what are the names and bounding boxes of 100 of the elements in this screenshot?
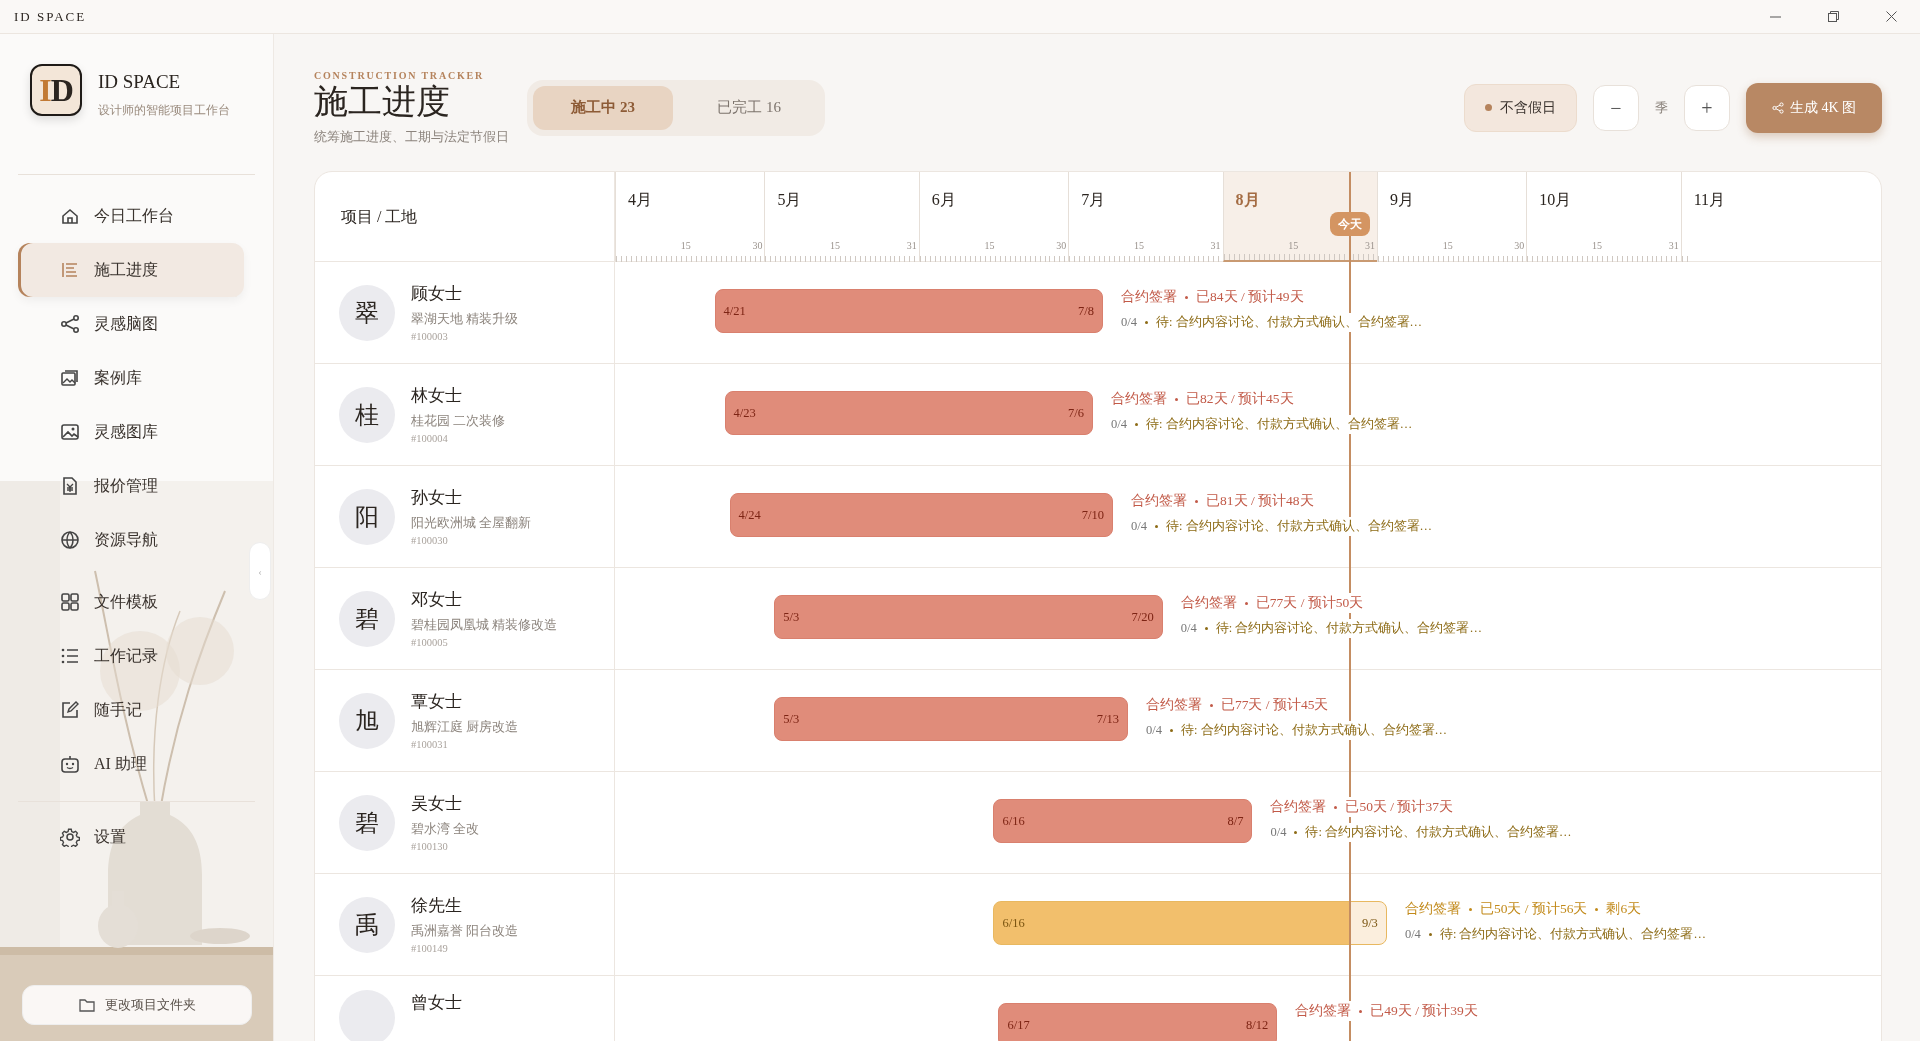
tick-label: 31 [1668,239,1679,254]
image-icon [60,422,80,442]
nav-item[interactable]: 施工进度 [18,243,244,297]
gantt-bar[interactable]: 5/3 7/20 [774,595,1163,640]
site-name: 阳光欧洲城 全屋翻新 [411,515,532,533]
change-folder-button[interactable]: 更改项目文件夹 [22,985,252,1025]
nodes-icon [60,314,80,334]
stage-label: 合约签署 [1295,1001,1352,1022]
month-label: 11月 [1693,190,1726,211]
zoom-in-button[interactable]: + [1683,84,1730,131]
invoice-icon [60,476,80,496]
end-date: 9/3 [1361,914,1378,932]
nav-item[interactable]: 灵感图库 [18,405,244,459]
nav-item[interactable]: 今日工作台 [18,189,244,243]
nav-item[interactable]: 工作记录 [18,629,244,683]
separator-dot [1209,703,1213,707]
separator-dot [1175,397,1179,401]
separator-dot [1294,831,1298,835]
tick-label: 15 [680,239,691,254]
gantt-bar[interactable]: 4/21 7/8 [714,289,1104,334]
gantt-bar[interactable]: 4/23 7/6 [724,391,1094,436]
nav-item[interactable]: 资源导航 [18,513,244,567]
gantt-bar[interactable]: 6/17 8/12 [998,1003,1278,1041]
tick-label: 30 [1514,239,1525,254]
client-name: 孙女士 [411,486,463,509]
separator-dot [1145,321,1148,325]
client-name: 邓女士 [411,588,463,611]
close-icon[interactable] [1885,11,1897,22]
site-name: 桂花园 二次装修 [411,413,506,431]
page-title: 施工进度 [314,83,451,121]
gantt-bar[interactable]: 6/16 9/3 [993,901,1387,946]
logo-letter: D [50,71,73,110]
pending-tasks: 待: 合约内容讨论、付款方式确认、合约签署… [1156,313,1423,333]
holiday-toggle[interactable]: 不含假日 [1463,83,1577,132]
separator-dot [1359,1009,1363,1013]
nav-item[interactable]: 灵感脑图 [18,297,244,351]
gantt-bar[interactable]: 5/3 7/13 [774,697,1128,742]
project-id: #100030 [411,533,449,548]
avatar: 碧 [339,794,395,851]
site-name: 碧桂园凤凰城 精装修改造 [411,617,558,635]
end-date: 8/12 [1246,1016,1269,1034]
eyebrow-label: CONSTRUCTION TRACKER [314,69,485,83]
edit-icon [60,700,80,720]
nav-item[interactable]: 文件模板 [18,575,244,629]
separator-dot [1135,423,1139,427]
project-id: #100149 [411,941,449,956]
nav-item[interactable]: AI 助理 [18,737,244,791]
duration-text: 已77天 / 预计50天 [1255,593,1364,614]
gantt-bar[interactable]: 6/16 8/7 [993,799,1253,844]
start-date: 4/23 [733,404,756,422]
avatar: 阳 [339,488,395,545]
nav-item[interactable]: 报价管理 [18,459,244,513]
start-date: 5/3 [783,608,800,626]
start-date: 6/16 [1002,812,1025,830]
tab[interactable]: 施工中 23 [533,85,673,130]
status-dot [1484,104,1492,112]
start-date: 5/3 [783,710,800,728]
client-name: 顾女士 [411,282,463,305]
project-id: #100003 [411,329,449,344]
nav-item[interactable]: 案例库 [18,351,244,405]
separator-dot [1155,525,1158,529]
tick-label: 15 [830,239,841,254]
folder-icon [78,998,95,1012]
separator-dot [1428,933,1432,937]
tab[interactable]: 已完工 16 [679,85,819,130]
start-date: 4/24 [738,506,761,524]
zoom-out-button[interactable]: − [1592,84,1639,131]
site-name: 禹洲嘉誉 阳台改造 [411,923,519,941]
tick-label: 30 [1056,239,1067,254]
nav-item[interactable]: 随手记 [18,683,244,737]
tick-label: 31 [906,239,917,254]
gantt-bar[interactable]: 4/24 7/10 [729,493,1113,538]
restore-icon[interactable] [1827,11,1839,22]
list-icon [60,260,80,280]
tick-label: 31 [1210,239,1221,254]
site-name: 碧水湾 全改 [411,821,480,839]
tagline: 设计师的智能项目工作台 [98,101,230,119]
separator-dot [1169,729,1173,733]
client-name: 徐先生 [411,894,463,917]
home-icon [60,206,80,226]
settings-icon [60,827,80,847]
month-label: 6月 [931,190,956,211]
month-label: 10月 [1539,190,1572,211]
tick-label: 15 [984,239,995,254]
project-id: #100031 [411,737,449,752]
client-name: 覃女士 [411,690,463,713]
project-id: #100130 [411,839,449,854]
start-date: 4/21 [723,302,746,320]
avatar: 碧 [339,590,395,647]
tick-label: 15 [1133,239,1144,254]
project-id: #100004 [411,431,449,446]
grid-icon [60,592,80,612]
month-label: 7月 [1081,190,1106,211]
separator-dot [1185,295,1189,299]
month-label: 4月 [628,190,652,211]
settings-item[interactable]: 设置 [18,810,244,864]
separator-dot [1244,601,1248,605]
end-date: 7/20 [1131,608,1154,626]
tick-label: 30 [752,239,763,254]
zoom-level-label: 季 [1654,98,1668,117]
